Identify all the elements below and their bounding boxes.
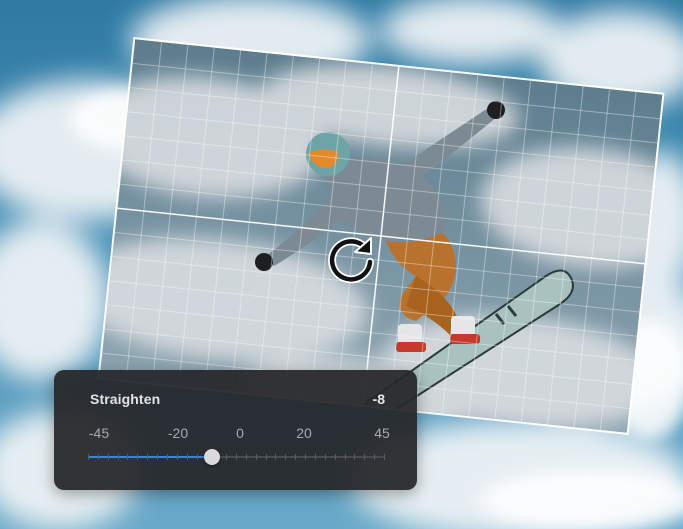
tick-label-min: -45 (88, 425, 110, 441)
slider-tick-mark (305, 454, 307, 460)
slider-tick-mark (324, 454, 326, 460)
slider-tick-mark (384, 454, 385, 460)
editor-canvas: Straighten -8 -45 -20 0 20 45 (0, 0, 683, 529)
tick-label-zero: 0 (236, 425, 244, 441)
slider-tick-mark (107, 454, 109, 460)
slider-tick-mark (344, 454, 346, 460)
slider-tick-mark (176, 454, 178, 460)
slider-tick-mark (166, 454, 168, 460)
rotate-clockwise-icon[interactable] (323, 230, 381, 288)
slider-thumb[interactable] (204, 449, 221, 465)
slider-tick-mark (354, 454, 356, 460)
slider-tick-mark (147, 454, 149, 460)
slider-tick-mark (97, 454, 99, 460)
slider-tick-mark (275, 454, 277, 460)
slider-tick-mark (88, 454, 89, 460)
straighten-label: Straighten (90, 391, 161, 407)
straighten-value: -8 (372, 391, 385, 407)
slider-tick-mark (157, 454, 159, 460)
slider-fill (88, 456, 213, 458)
slider-tick-mark (117, 454, 119, 460)
tick-label-neg20: -20 (167, 425, 189, 441)
slider-tick-mark (364, 454, 366, 460)
slider-tick-mark (127, 454, 129, 460)
slider-tick-mark (285, 454, 287, 460)
slider-tick-mark (137, 454, 139, 460)
slider-tick-mark (196, 454, 198, 460)
slider-tick-mark (245, 454, 247, 460)
slider-tick-mark (255, 454, 257, 460)
slider-tick-mark (295, 454, 297, 460)
slider-tick-mark (374, 454, 376, 460)
slider-tick-mark (334, 454, 336, 460)
slider-tick-mark (265, 454, 267, 460)
straighten-slider[interactable] (88, 446, 385, 468)
slider-tick-mark (236, 454, 237, 460)
slider-tick-mark (314, 454, 316, 460)
slider-tick-mark (226, 454, 228, 460)
tick-label-pos20: 20 (296, 425, 312, 441)
straighten-panel: Straighten -8 -45 -20 0 20 45 (54, 370, 417, 490)
slider-tick-mark (186, 454, 188, 460)
tick-label-max: 45 (374, 425, 390, 441)
